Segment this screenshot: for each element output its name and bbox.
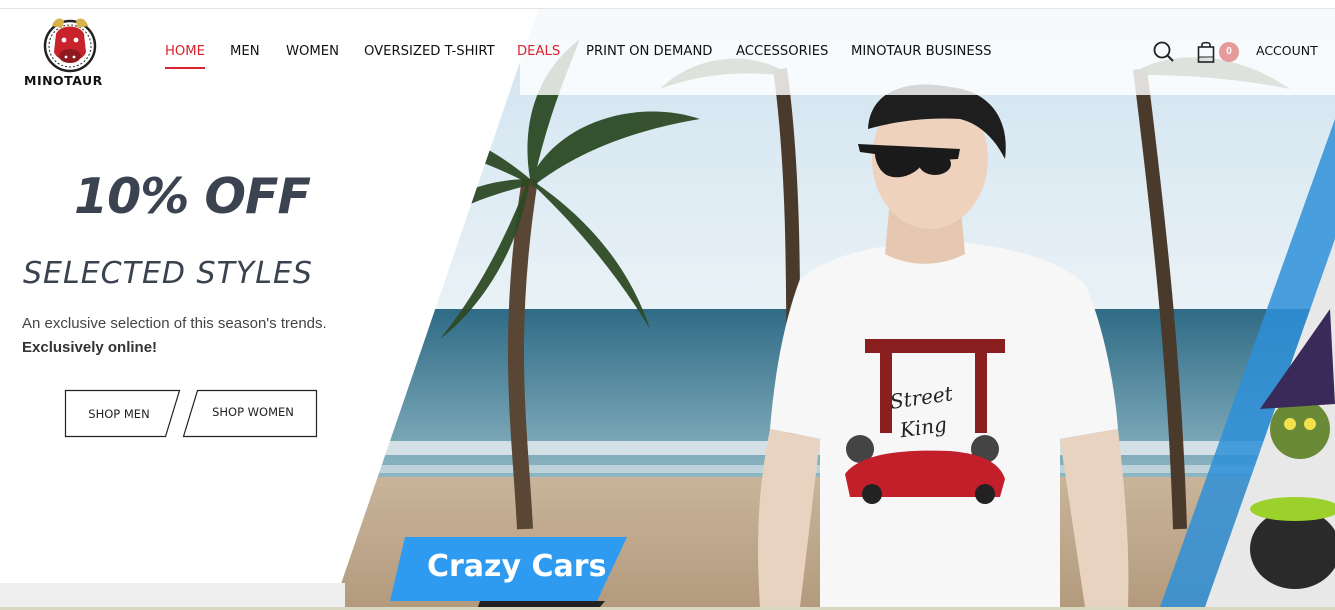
search-icon[interactable] bbox=[1152, 40, 1176, 64]
promo-title: 10% OFF bbox=[74, 168, 311, 225]
nav-accessories[interactable]: ACCESSORIES bbox=[736, 44, 828, 59]
cart-count-badge: 0 bbox=[1219, 42, 1239, 62]
bottom-strip bbox=[0, 583, 345, 607]
crazy-cars-tag[interactable]: Crazy Cars bbox=[427, 549, 606, 584]
shop-men-button[interactable]: SHOP MEN bbox=[66, 391, 172, 437]
nav-women[interactable]: WOMEN bbox=[286, 44, 339, 59]
nav-men[interactable]: MEN bbox=[230, 44, 260, 59]
nav-home[interactable]: HOME bbox=[165, 44, 206, 69]
promo-subtitle: SELECTED STYLES bbox=[23, 256, 313, 291]
hero-image: Street King bbox=[0, 9, 1335, 607]
shopping-bag-icon[interactable] bbox=[1196, 40, 1218, 64]
nav-oversized-tshirt[interactable]: OVERSIZED T-SHIRT bbox=[364, 44, 495, 59]
nav-print-on-demand[interactable]: PRINT ON DEMAND bbox=[586, 44, 712, 59]
shop-women-button[interactable]: SHOP WOMEN bbox=[196, 389, 310, 435]
nav-minotaur-business[interactable]: MINOTAUR BUSINESS bbox=[851, 44, 991, 59]
top-border bbox=[0, 0, 1335, 9]
promo-description-bold: Exclusively online! bbox=[22, 339, 158, 356]
bull-icon bbox=[43, 18, 97, 73]
account-link[interactable]: ACCOUNT bbox=[1256, 43, 1318, 58]
brand-name[interactable]: MINOTAUR bbox=[24, 73, 103, 88]
promo-description: An exclusive selection of this season's … bbox=[22, 315, 327, 332]
hero-banner[interactable]: Street King bbox=[0, 9, 1335, 607]
nav-deals[interactable]: DEALS bbox=[517, 44, 560, 59]
